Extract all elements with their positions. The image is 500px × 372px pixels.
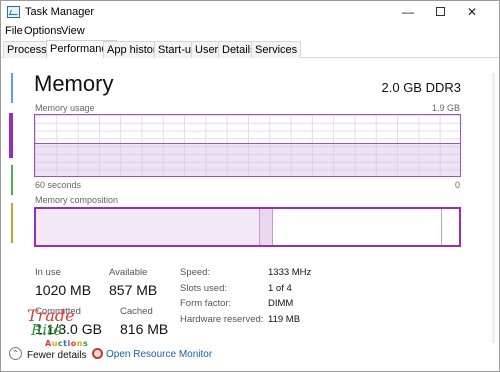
watermark-line2: Rite xyxy=(31,321,62,339)
tab-services[interactable]: Services xyxy=(251,41,302,58)
tab-bar: Processes Performance App history Start-… xyxy=(1,40,499,58)
title-bar: Task Manager — ✕ xyxy=(1,1,499,23)
speed-value: 1333 MHz xyxy=(268,267,312,278)
fewer-details-link[interactable]: Fewer details xyxy=(27,350,86,361)
hardware-reserved-value: 119 MB xyxy=(268,314,301,325)
memory-title: Memory xyxy=(34,71,114,96)
composition-free[interactable] xyxy=(442,209,459,245)
usage-graph-fill xyxy=(35,143,460,176)
available-label: Available xyxy=(109,267,148,278)
hardware-reserved-label: Hardware reserved: xyxy=(180,314,264,325)
time-axis-right: 0 xyxy=(454,180,460,190)
vertical-scrollbar[interactable] xyxy=(492,73,495,343)
menu-view[interactable]: View xyxy=(61,25,85,37)
cached-label: Cached xyxy=(120,306,153,317)
memory-composition-bar[interactable] xyxy=(34,207,461,247)
slots-used-label: Slots used: xyxy=(180,283,227,294)
task-manager-app-icon xyxy=(7,6,20,18)
close-button[interactable]: ✕ xyxy=(457,1,487,23)
available-value: 857 MB xyxy=(109,282,158,298)
cached-value: 816 MB xyxy=(120,321,169,337)
memory-composition-label: Memory composition xyxy=(35,195,119,205)
menu-file[interactable]: File xyxy=(5,25,23,37)
menu-bar: File Options View xyxy=(1,23,499,39)
memory-usage-label: Memory usage xyxy=(35,103,95,113)
in-use-label: In use xyxy=(35,267,61,278)
in-use-value: 1020 MB xyxy=(35,282,92,298)
open-resource-monitor-link[interactable]: Open Resource Monitor xyxy=(106,349,212,360)
slots-used-value: 1 of 4 xyxy=(268,283,292,294)
speed-label: Speed: xyxy=(180,267,211,278)
composition-modified[interactable] xyxy=(260,209,273,245)
resource-monitor-icon[interactable] xyxy=(92,348,103,359)
window-title: Task Manager xyxy=(25,6,95,18)
memory-usage-max: 1.9 GB xyxy=(431,103,460,113)
memory-thumbnail[interactable] xyxy=(9,113,13,158)
chevron-up-icon[interactable]: ⌃ xyxy=(9,347,22,360)
menu-options[interactable]: Options xyxy=(24,25,62,37)
maximize-button[interactable] xyxy=(425,1,455,23)
composition-in-use[interactable] xyxy=(36,209,261,245)
disk-thumbnail[interactable] xyxy=(11,165,13,195)
maximize-icon xyxy=(435,7,445,17)
form-factor-label: Form factor: xyxy=(180,298,232,309)
composition-standby[interactable] xyxy=(272,209,443,245)
ethernet-thumbnail[interactable] xyxy=(11,203,13,243)
footer-bar: ⌃ Fewer details Open Resource Monitor xyxy=(1,344,499,371)
resource-sidebar-strip[interactable] xyxy=(7,73,15,323)
time-axis-left: 60 seconds xyxy=(35,180,82,190)
memory-usage-graph xyxy=(34,114,461,177)
form-factor-value: DIMM xyxy=(268,298,294,309)
minimize-button[interactable]: — xyxy=(393,1,423,23)
cpu-thumbnail[interactable] xyxy=(11,73,13,103)
memory-spec: 2.0 GB DDR3 xyxy=(381,80,461,95)
task-manager-window: Task Manager — ✕ File Options View Proce… xyxy=(0,0,500,372)
